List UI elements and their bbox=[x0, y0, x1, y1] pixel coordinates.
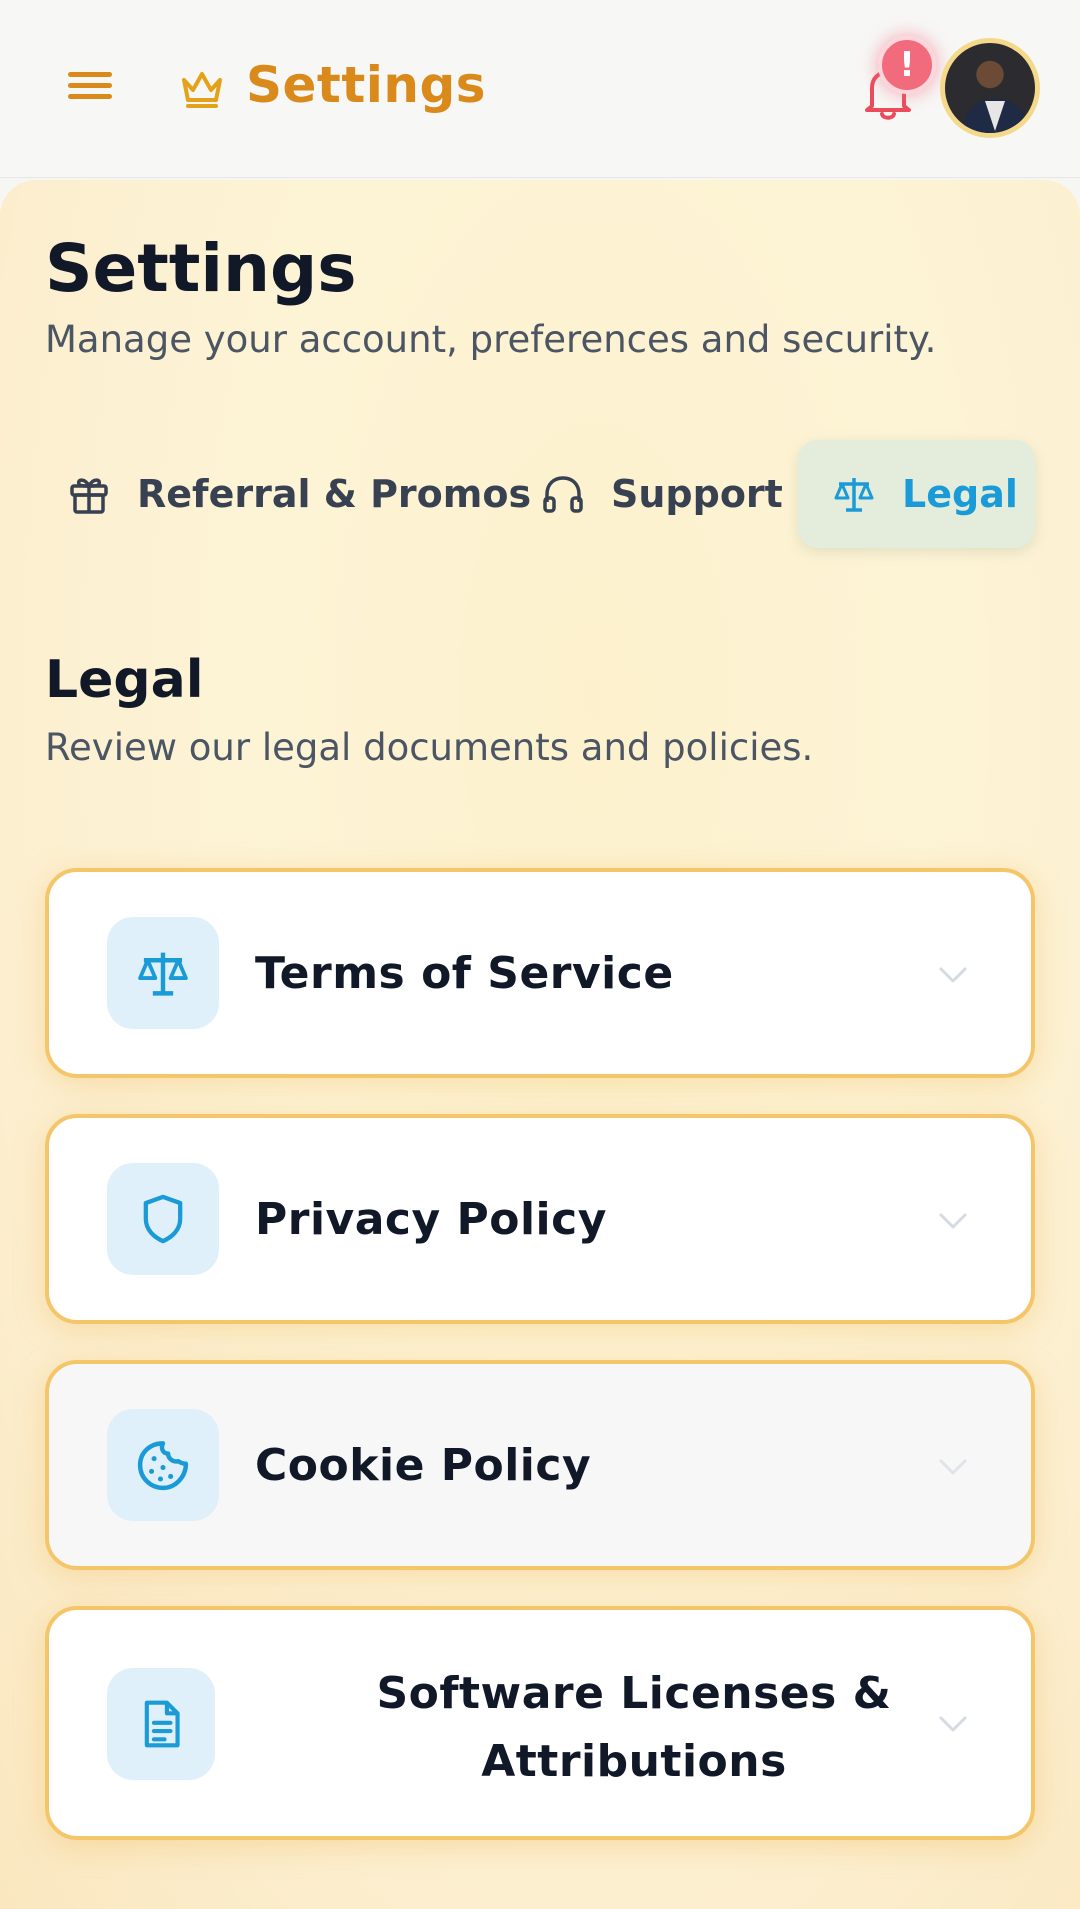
cookie-icon-box bbox=[107, 1409, 219, 1521]
top-app-bar: Settings ! bbox=[0, 0, 1080, 178]
privacy-icon-box bbox=[107, 1163, 219, 1275]
section-subtitle: Review our legal documents and policies. bbox=[45, 726, 814, 769]
license-title: Software Licenses & Attributions bbox=[376, 1668, 892, 1787]
software-licenses-card[interactable]: Software Licenses & Attributions bbox=[45, 1606, 1035, 1840]
chevron-down-icon[interactable] bbox=[935, 1449, 971, 1485]
page-title: Settings bbox=[45, 230, 357, 307]
privacy-policy-card[interactable]: Privacy Policy bbox=[45, 1114, 1035, 1324]
tab-legal[interactable]: Legal bbox=[798, 440, 1035, 548]
terms-title: Terms of Service bbox=[255, 948, 674, 999]
cookie-icon bbox=[137, 1441, 189, 1491]
tab-support-label: Support bbox=[611, 472, 783, 516]
cookie-policy-card[interactable]: Cookie Policy bbox=[45, 1360, 1035, 1570]
settings-tabs: Referral & Promos Support Legal bbox=[45, 440, 1035, 548]
alert-badge: ! bbox=[878, 36, 936, 94]
tab-support[interactable]: Support bbox=[541, 440, 783, 548]
avatar[interactable] bbox=[940, 38, 1040, 138]
scale-icon bbox=[834, 478, 874, 512]
scale-icon bbox=[138, 952, 188, 996]
crown-icon bbox=[182, 72, 222, 108]
terms-icon-box bbox=[107, 917, 219, 1029]
chevron-down-icon[interactable] bbox=[935, 1203, 971, 1239]
privacy-title: Privacy Policy bbox=[255, 1194, 607, 1245]
app-title: Settings bbox=[246, 56, 487, 114]
tab-referral-label: Referral & Promos bbox=[137, 472, 532, 516]
headphones-icon bbox=[543, 476, 583, 513]
chevron-down-icon[interactable] bbox=[935, 1706, 971, 1742]
document-icon bbox=[144, 1700, 180, 1748]
shield-icon bbox=[143, 1194, 183, 1244]
terms-of-service-card[interactable]: Terms of Service bbox=[45, 868, 1035, 1078]
page-subtitle: Manage your account, preferences and sec… bbox=[45, 318, 937, 361]
section-title: Legal bbox=[45, 650, 204, 710]
cookie-title: Cookie Policy bbox=[255, 1440, 592, 1491]
tab-referral-promos[interactable]: Referral & Promos bbox=[67, 440, 531, 548]
tab-legal-label: Legal bbox=[902, 472, 1018, 516]
gift-icon bbox=[70, 478, 108, 514]
license-icon-box bbox=[107, 1668, 215, 1780]
chevron-down-icon[interactable] bbox=[935, 957, 971, 993]
hamburger-menu-icon[interactable] bbox=[68, 66, 124, 114]
